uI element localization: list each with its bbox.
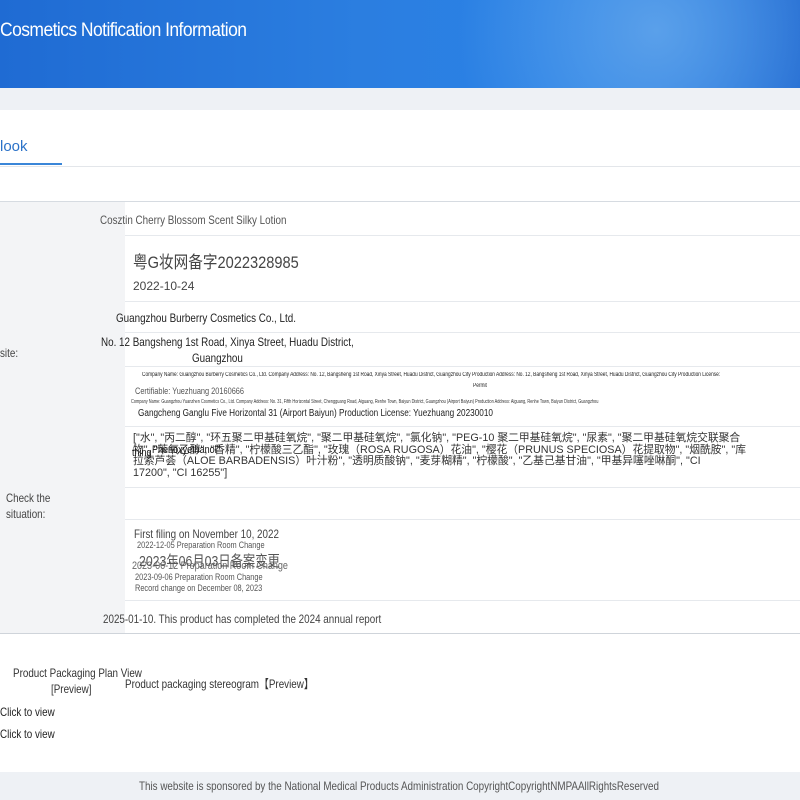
stereogram-preview-link[interactable]: Product packaging stereogram【Preview】 (125, 675, 314, 692)
tab-look[interactable]: look (0, 138, 28, 155)
notifier-name: Guangzhou Burberry Cosmetics Co., Ltd. (116, 311, 296, 325)
footer-text: This website is sponsored by the Nationa… (139, 779, 659, 793)
overlay-thing: thing (132, 447, 152, 459)
product-name: Cosztin Cherry Blossom Scent Silky Lotio… (100, 213, 287, 227)
row-divider (125, 235, 800, 236)
change-entry: Record change on December 08, 2023 (135, 583, 263, 593)
ingredients-line: ["水", "丙二醇", "环五聚二甲基硅氧烷", "聚二甲基硅氧烷", "氯化… (133, 432, 741, 444)
notifier-address-line2: Guangzhou (192, 351, 243, 365)
click-to-view-link[interactable]: Click to view (0, 727, 55, 741)
row-divider (125, 366, 800, 367)
annual-report-status: 2025-01-10. This product has completed t… (103, 612, 382, 626)
check-label-line2: situation: (6, 507, 46, 521)
row-divider (125, 426, 800, 427)
ingredients-list: ["水", "丙二醇", "环五聚二甲基硅氧烷", "聚二甲基硅氧烷", "氯化… (133, 432, 746, 479)
tab-bar: look (0, 110, 800, 167)
ingredients-line: 拉索芦荟（ALOE BARBADENSIS）叶汁粉", "透明质酸钠", "麦芽… (133, 455, 701, 467)
ingredients-line: 17200", "CI 16255"] (133, 466, 228, 479)
overlay-phenoxyethanol: Phenoxyethanol" (152, 444, 220, 456)
check-label-line1: Check the (6, 491, 51, 505)
notifier-address-line1: No. 12 Bangsheng 1st Road, Xinya Street,… (101, 335, 354, 349)
change-entry: 2022-12-05 Preparation Room Change (137, 540, 265, 550)
page-title: Cosmetics Notification Information (0, 20, 247, 41)
site-label: site: (0, 346, 19, 360)
notification-date: 2022-10-24 (133, 279, 195, 293)
production-company-info: Company Name: Guangzhou Burberry Cosmeti… (142, 372, 721, 378)
permit-label: Permit (473, 383, 487, 389)
certifiable-text: Certifiable: Yuezhuang 20160666 (135, 386, 245, 396)
change-entry: 2023-09-06 Preparation Room Change (135, 572, 263, 582)
click-to-view-link[interactable]: Click to view (0, 705, 55, 719)
first-filing: First filing on November 10, 2022 (134, 527, 279, 541)
row-divider (125, 301, 800, 302)
active-tab-indicator (0, 163, 62, 165)
row-divider (125, 600, 800, 601)
notification-number: 粤G妆网备字2022328985 (133, 253, 299, 272)
row-divider (125, 519, 800, 520)
overlay-date: 2023年06月03日备案变更 (139, 553, 280, 570)
table-bottom-border (0, 633, 800, 634)
header-gap (0, 88, 800, 110)
production-address-2: Gangcheng Ganglu Five Horizontal 31 (Air… (138, 408, 493, 419)
row-divider (125, 487, 800, 488)
header-banner: Cosmetics Notification Information (0, 0, 800, 88)
label-column (0, 202, 125, 634)
row-divider (125, 332, 800, 333)
plan-view-preview-link[interactable]: [Preview] (51, 682, 91, 696)
plan-view-label: Product Packaging Plan View (13, 666, 142, 680)
footer: This website is sponsored by the Nationa… (0, 772, 800, 800)
production-company-info-2: Company Name: Guangzhou Yuanzhen Cosmeti… (131, 399, 599, 405)
